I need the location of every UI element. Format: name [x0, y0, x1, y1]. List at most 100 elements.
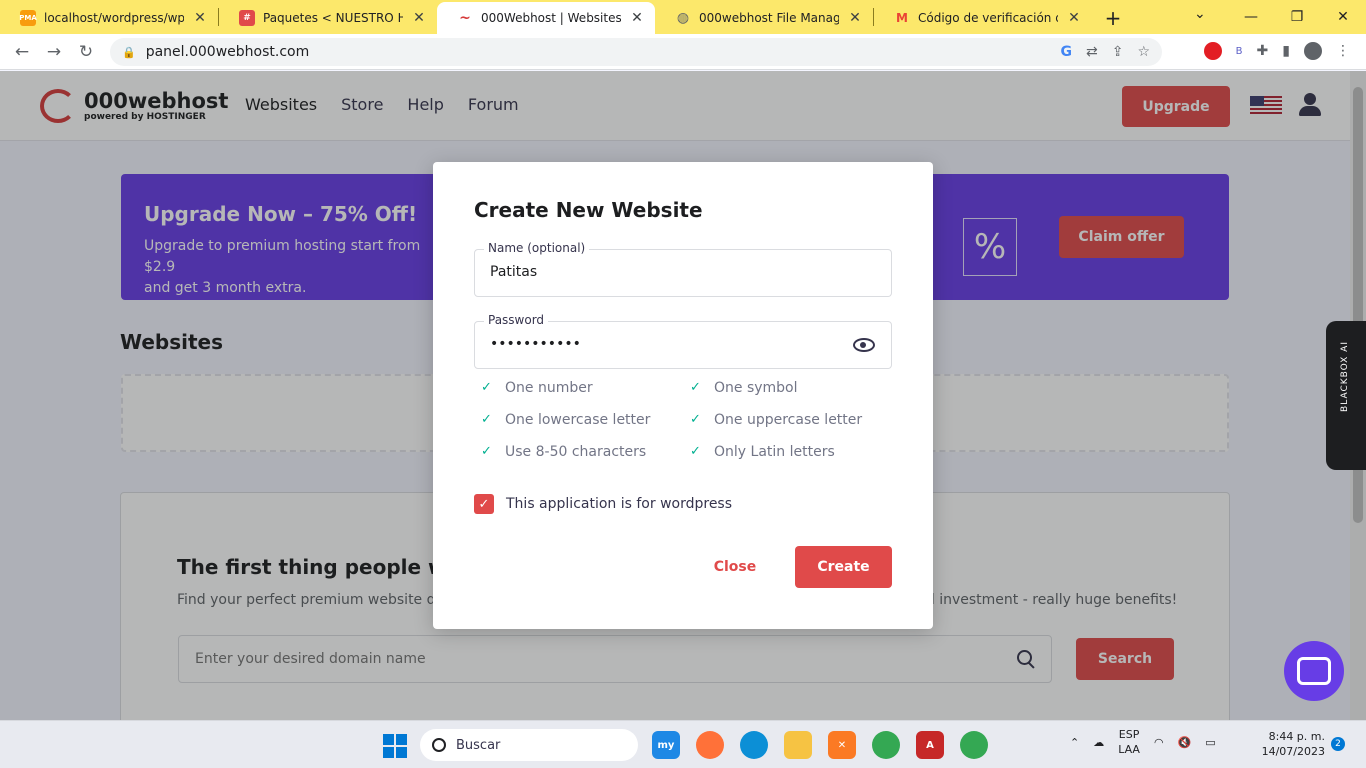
- tab-search-chevron-icon[interactable]: ⌄: [1194, 6, 1206, 22]
- requirement-item: ✓ Use 8-50 characters: [481, 444, 646, 460]
- tab-close-icon[interactable]: ✕: [192, 10, 208, 26]
- check-icon: ✓: [690, 412, 701, 427]
- forward-icon[interactable]: →: [38, 42, 70, 62]
- clock-date: 14/07/2023: [1261, 745, 1325, 758]
- address-bar[interactable]: 🔒 panel.000webhost.com G ⇄ ⇪ ☆: [110, 38, 1162, 66]
- create-button[interactable]: Create: [795, 546, 892, 588]
- chat-launcher-button[interactable]: [1284, 641, 1344, 701]
- bookmark-star-icon[interactable]: ☆: [1137, 44, 1150, 60]
- acrobat-icon[interactable]: A: [916, 731, 944, 759]
- file-explorer-icon[interactable]: [784, 731, 812, 759]
- check-icon: ✓: [690, 380, 701, 395]
- blackbox-ai-tab[interactable]: BLACKBOX AI: [1326, 321, 1366, 470]
- requirement-item: ✓ One uppercase letter: [690, 412, 862, 428]
- wordpress-checkbox[interactable]: ✓: [474, 494, 494, 514]
- maximize-icon[interactable]: ❐: [1274, 9, 1320, 25]
- requirement-label: Use 8-50 characters: [505, 444, 647, 460]
- tab-title: 000Webhost | Websites: [481, 11, 621, 25]
- kebab-menu-icon[interactable]: ⋮: [1336, 43, 1350, 59]
- password-input[interactable]: [490, 336, 850, 352]
- check-icon: ✓: [481, 444, 492, 459]
- modal-title: Create New Website: [474, 198, 703, 222]
- windows-start-icon[interactable]: [383, 734, 407, 758]
- taskbar-search[interactable]: Buscar: [420, 729, 638, 761]
- tab-close-icon[interactable]: ✕: [847, 10, 863, 26]
- tab-close-icon[interactable]: ✕: [411, 10, 427, 26]
- google-icon[interactable]: G: [1060, 44, 1072, 60]
- windows-taskbar: Buscar my ✕ A ⌃ ☁ ESP LAA ◠ 🔇 ▭ 8:44 p. m…: [0, 720, 1366, 768]
- mysql-workbench-icon[interactable]: my: [652, 731, 680, 759]
- browser-tab[interactable]: ◍ 000webhost File Manager ✕: [655, 2, 873, 34]
- webhost-favicon-icon: ~: [459, 10, 471, 26]
- show-password-eye-icon[interactable]: [853, 338, 875, 352]
- requirement-label: One symbol: [714, 380, 798, 396]
- password-field[interactable]: Password: [474, 313, 892, 369]
- back-icon[interactable]: ←: [6, 42, 38, 62]
- name-field[interactable]: Name (optional): [474, 241, 892, 297]
- minimize-icon[interactable]: —: [1228, 9, 1274, 25]
- onedrive-icon[interactable]: ☁: [1093, 736, 1104, 749]
- battery-icon[interactable]: ▭: [1205, 736, 1215, 749]
- translate-icon[interactable]: ⇄: [1086, 44, 1098, 60]
- xampp-icon[interactable]: ✕: [828, 731, 856, 759]
- lock-icon[interactable]: 🔒: [122, 46, 136, 59]
- requirement-item: ✓ One number: [481, 380, 593, 396]
- browser-tab[interactable]: # Paquetes < NUESTRO HORA ✕: [219, 2, 437, 34]
- site-favicon-icon: #: [239, 10, 255, 26]
- close-button[interactable]: Close: [695, 546, 775, 588]
- edge-icon[interactable]: [740, 731, 768, 759]
- close-window-icon[interactable]: ✕: [1320, 9, 1366, 25]
- check-icon: ✓: [690, 444, 701, 459]
- share-icon[interactable]: ⇪: [1112, 44, 1124, 60]
- tab-title: Código de verificación de Go: [918, 11, 1058, 25]
- create-website-modal: Create New Website Name (optional) Passw…: [433, 162, 933, 629]
- clock-time: 8:44 p. m.: [1268, 730, 1325, 743]
- volume-muted-icon[interactable]: 🔇: [1178, 736, 1192, 749]
- reload-icon[interactable]: ↻: [70, 42, 102, 62]
- requirement-item: ✓ One lowercase letter: [481, 412, 650, 428]
- url-text[interactable]: panel.000webhost.com: [146, 44, 1061, 60]
- phpmyadmin-favicon-icon: PMA: [19, 10, 37, 26]
- window-controls: — ❐ ✕: [1228, 0, 1366, 34]
- browser-toolbar: ← → ↻ 🔒 panel.000webhost.com G ⇄ ⇪ ☆ B ✚…: [0, 34, 1366, 70]
- browser-tab[interactable]: M Código de verificación de Go ✕: [874, 2, 1092, 34]
- tray-chevron-icon[interactable]: ⌃: [1070, 736, 1079, 749]
- requirement-label: One lowercase letter: [505, 412, 651, 428]
- taskbar-search-label: Buscar: [456, 737, 501, 753]
- profile-avatar[interactable]: [1304, 42, 1322, 60]
- wordpress-checkbox-row[interactable]: ✓ This application is for wordpress: [474, 494, 732, 514]
- check-icon: ✓: [481, 380, 492, 395]
- bing-extension-icon[interactable]: B: [1236, 46, 1243, 57]
- browser-tab[interactable]: PMA localhost/wordpress/wp-adm ✕: [0, 2, 218, 34]
- wordpress-checkbox-label[interactable]: This application is for wordpress: [506, 496, 732, 512]
- browser-tab-active[interactable]: ~ 000Webhost | Websites ✕: [437, 2, 655, 34]
- side-panel-icon[interactable]: ▮: [1282, 43, 1290, 59]
- tab-title: Paquetes < NUESTRO HORA: [263, 11, 403, 25]
- globe-favicon-icon: ◍: [676, 10, 690, 26]
- puzzle-extensions-icon[interactable]: ✚: [1257, 43, 1269, 59]
- gmail-favicon-icon: M: [896, 11, 908, 25]
- lang-code: ESP: [1118, 728, 1140, 741]
- requirement-label: One number: [505, 380, 593, 396]
- new-tab-button[interactable]: +: [1098, 2, 1128, 34]
- tab-title: localhost/wordpress/wp-adm: [44, 11, 184, 25]
- requirement-label: Only Latin letters: [714, 444, 835, 460]
- tab-close-icon[interactable]: ✕: [1066, 10, 1082, 26]
- password-field-label: Password: [484, 313, 549, 327]
- wifi-icon[interactable]: ◠: [1154, 736, 1164, 749]
- notification-badge[interactable]: 2: [1331, 737, 1345, 751]
- blackbox-label: BLACKBOX AI: [1340, 341, 1350, 412]
- name-field-label: Name (optional): [484, 241, 590, 255]
- chrome-profile-icon[interactable]: [960, 731, 988, 759]
- opera-extension-icon[interactable]: [1203, 42, 1222, 60]
- firefox-icon[interactable]: [696, 731, 724, 759]
- requirement-item: ✓ Only Latin letters: [690, 444, 835, 460]
- lang-layout: LAA: [1118, 743, 1140, 756]
- tab-close-icon[interactable]: ✕: [629, 10, 645, 26]
- name-input[interactable]: [490, 264, 850, 280]
- chrome-icon[interactable]: [872, 731, 900, 759]
- taskbar-apps: my ✕ A: [652, 731, 988, 759]
- taskbar-clock[interactable]: 8:44 p. m. 14/07/2023: [1255, 729, 1325, 759]
- language-indicator[interactable]: ESP LAA: [1118, 727, 1140, 757]
- requirement-label: One uppercase letter: [714, 412, 863, 428]
